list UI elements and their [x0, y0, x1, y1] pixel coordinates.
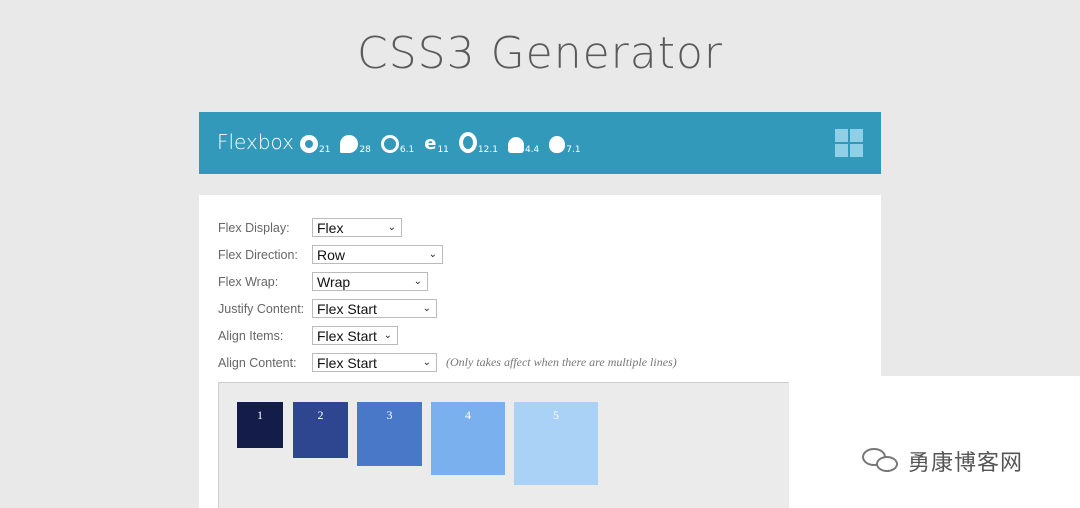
wechat-icon	[862, 448, 902, 474]
chevron-down-icon: ⌄	[422, 303, 431, 314]
page-title: CSS3 Generator	[357, 28, 723, 79]
flexbox-preview: 1 2 3 4 5	[218, 382, 818, 508]
browser-support-firefox: 28	[340, 132, 371, 155]
ie-icon: e	[424, 133, 437, 154]
chevron-down-icon: ⌄	[428, 249, 437, 260]
flex-wrap-select[interactable]: Wrap ⌄	[312, 272, 428, 291]
header-title: Flexbox	[217, 130, 295, 154]
browser-support-list: 21 28 6.1 e 11 12.1 4.4 7.1	[300, 132, 581, 156]
chevron-down-icon: ⌄	[383, 330, 392, 341]
preview-box-5: 5	[514, 402, 598, 485]
browser-support-chrome: 21	[300, 132, 331, 155]
browser-support-safari: 6.1	[380, 132, 415, 155]
browser-version: 7.1	[566, 145, 581, 155]
flex-direction-value: Row	[317, 246, 346, 263]
justify-content-row: Justify Content: Flex Start ⌄	[218, 299, 437, 318]
browser-version: 28	[359, 145, 371, 155]
grid-menu-icon[interactable]	[835, 129, 863, 157]
align-items-label: Align Items:	[218, 328, 284, 343]
flex-display-label: Flex Display:	[218, 220, 290, 235]
preview-box-label: 1	[257, 408, 263, 422]
flex-display-select[interactable]: Flex ⌄	[312, 218, 402, 237]
chevron-down-icon: ⌄	[387, 222, 396, 233]
generator-panel: Flex Display: Flex ⌄ Flex Direction: Row…	[199, 195, 881, 508]
justify-content-value: Flex Start	[317, 300, 377, 317]
firefox-icon	[340, 135, 359, 153]
preview-box-label: 2	[317, 408, 324, 422]
watermark-content: 勇康博客网	[862, 445, 1023, 477]
flex-wrap-value: Wrap	[317, 273, 351, 290]
apple-icon	[549, 136, 566, 153]
align-content-row: Align Content: Flex Start ⌄ (Only takes …	[218, 353, 677, 372]
chrome-icon	[300, 135, 318, 153]
justify-content-label: Justify Content:	[218, 301, 305, 316]
android-icon	[507, 137, 524, 153]
preview-box-label: 5	[553, 408, 559, 422]
align-items-row: Align Items: Flex Start ⌄	[218, 326, 398, 345]
flex-direction-row: Flex Direction: Row ⌄	[218, 245, 443, 264]
browser-version: 4.4	[524, 145, 540, 155]
browser-version: 12.1	[477, 145, 498, 155]
chevron-down-icon: ⌄	[422, 357, 431, 368]
flex-wrap-row: Flex Wrap: Wrap ⌄	[218, 272, 428, 291]
browser-support-apple: 7.1	[549, 132, 581, 155]
browser-version: 11	[437, 145, 449, 155]
browser-support-opera: 12.1	[458, 132, 498, 155]
align-items-select[interactable]: Flex Start ⌄	[312, 326, 398, 345]
safari-icon	[380, 135, 399, 153]
preview-box-label: 4	[465, 408, 471, 422]
browser-support-ie: e 11	[424, 132, 449, 156]
flex-direction-label: Flex Direction:	[218, 247, 298, 262]
preview-box-label: 3	[386, 408, 393, 422]
preview-box-2: 2	[293, 402, 348, 458]
preview-box-4: 4	[431, 402, 505, 475]
flex-direction-select[interactable]: Row ⌄	[312, 245, 443, 264]
watermark-overlay: 勇康博客网	[789, 376, 1080, 508]
align-content-label: Align Content:	[218, 355, 297, 370]
opera-icon	[458, 132, 477, 153]
justify-content-select[interactable]: Flex Start ⌄	[312, 299, 437, 318]
chevron-down-icon: ⌄	[413, 276, 422, 287]
flex-display-value: Flex	[317, 219, 344, 236]
browser-version: 6.1	[399, 145, 415, 155]
flex-display-row: Flex Display: Flex ⌄	[218, 218, 402, 237]
flex-wrap-label: Flex Wrap:	[218, 274, 279, 289]
align-content-value: Flex Start	[317, 354, 377, 371]
align-content-select[interactable]: Flex Start ⌄	[312, 353, 437, 372]
preview-box-3: 3	[357, 402, 422, 466]
align-items-value: Flex Start	[317, 327, 377, 344]
align-content-note: (Only takes affect when there are multip…	[446, 355, 677, 369]
preview-box-1: 1	[237, 402, 283, 448]
watermark-text: 勇康博客网	[908, 451, 1024, 476]
browser-support-android: 4.4	[507, 132, 540, 155]
browser-version: 21	[319, 145, 331, 155]
generator-header: Flexbox 21 28 6.1 e 11 12.1 4.4 7.1	[199, 112, 881, 174]
